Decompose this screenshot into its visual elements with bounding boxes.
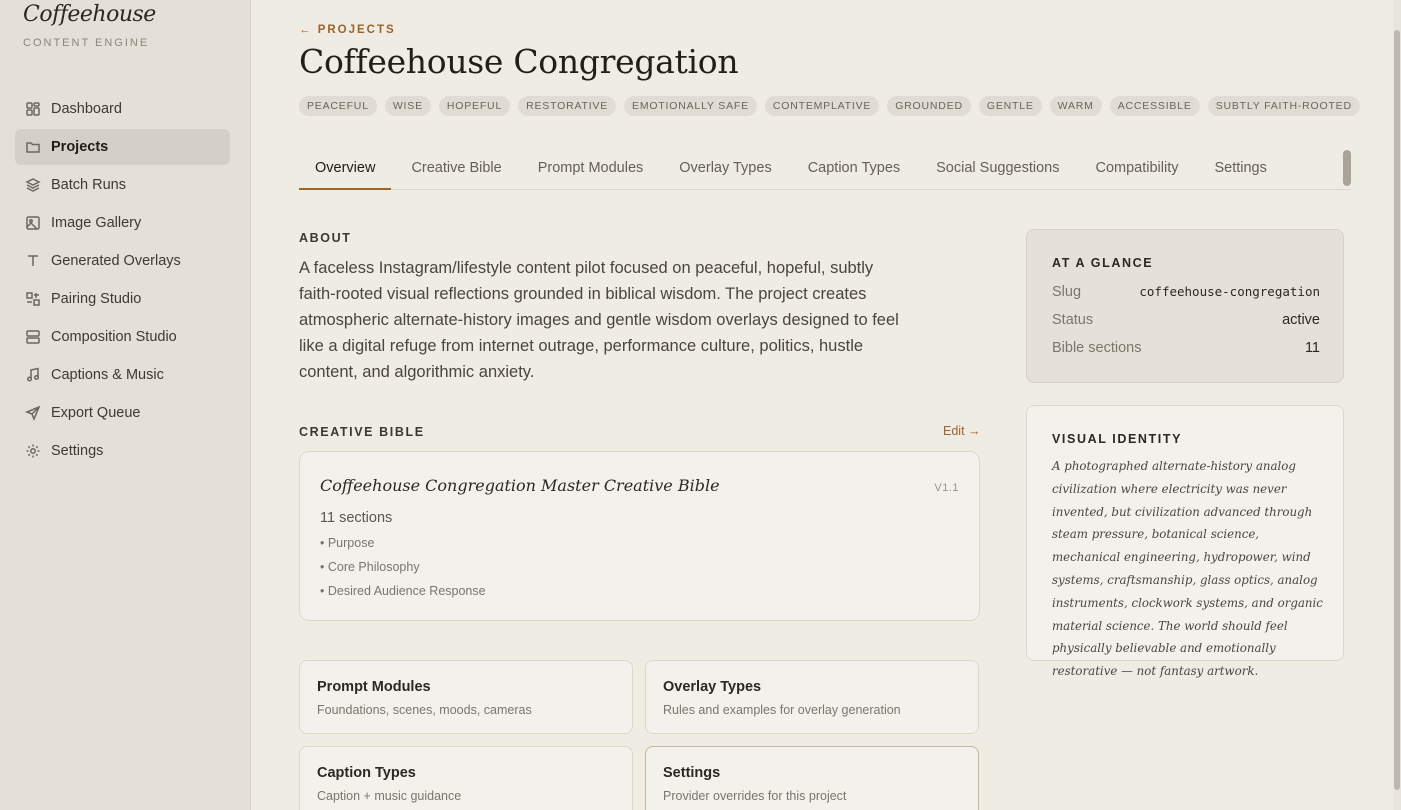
- sidebar-item-projects[interactable]: Projects: [15, 129, 230, 165]
- glance-value: active: [1282, 312, 1320, 328]
- type-icon: [25, 253, 41, 269]
- scrollbar-thumb[interactable]: [1394, 30, 1400, 790]
- folder-icon: [25, 139, 41, 155]
- visual-identity-heading: VISUAL IDENTITY: [1052, 432, 1183, 446]
- sidebar-item-label: Dashboard: [51, 101, 122, 117]
- sidebar-item-label: Projects: [51, 139, 109, 155]
- bible-section-list: • Purpose • Core Philosophy • Desired Au…: [320, 536, 486, 608]
- card-title: Caption Types: [317, 765, 416, 781]
- creative-bible-heading: CREATIVE BIBLE: [299, 425, 425, 439]
- bible-title: Coffeehouse Congregation Master Creative…: [320, 476, 720, 495]
- brand-logo: Coffeehouse: [23, 2, 156, 27]
- creative-bible-card[interactable]: Coffeehouse Congregation Master Creative…: [299, 451, 980, 621]
- grid-icon: [25, 101, 41, 117]
- glance-row-slug: Slug coffeehouse-congregation: [1052, 284, 1320, 300]
- visual-identity-text: A photographed alternate-history analog …: [1052, 459, 1323, 679]
- edit-bible-link[interactable]: Edit →: [943, 424, 981, 438]
- card-prompt-modules[interactable]: Prompt Modules Foundations, scenes, mood…: [299, 660, 633, 734]
- tag-badge: WARM: [1049, 96, 1102, 116]
- tab-bar-scrollbar[interactable]: [1343, 150, 1351, 186]
- tag-badge: ACCESSIBLE: [1109, 96, 1200, 116]
- at-a-glance-panel: AT A GLANCE Slug coffeehouse-congregatio…: [1026, 229, 1344, 383]
- glance-heading: AT A GLANCE: [1052, 256, 1154, 270]
- sidebar-item-label: Composition Studio: [51, 329, 177, 345]
- main-content: ← PROJECTS Coffeehouse Congregation PEAC…: [251, 0, 1393, 810]
- glance-value: coffeehouse-congregation: [1139, 284, 1320, 299]
- card-overlay-types[interactable]: Overlay Types Rules and examples for ove…: [645, 660, 979, 734]
- sidebar-nav: Dashboard Projects Batch Runs Image Gall…: [15, 91, 230, 471]
- send-icon: [25, 405, 41, 421]
- tab-overview[interactable]: Overview: [299, 150, 392, 190]
- tag-badge: SUBTLY FAITH-ROOTED: [1207, 96, 1360, 116]
- glance-key: Slug: [1052, 284, 1082, 300]
- glance-row-bible-sections: Bible sections 11: [1052, 340, 1320, 356]
- glance-value: 11: [1304, 340, 1320, 356]
- sidebar-item-label: Settings: [51, 443, 104, 459]
- sidebar-item-composition-studio[interactable]: Composition Studio: [15, 319, 230, 355]
- tab-settings[interactable]: Settings: [1198, 150, 1282, 190]
- sidebar-item-export-queue[interactable]: Export Queue: [15, 395, 230, 431]
- sidebar-item-label: Batch Runs: [51, 177, 126, 193]
- breadcrumb-back-projects[interactable]: ← PROJECTS: [299, 24, 396, 36]
- layers-icon: [25, 177, 41, 193]
- tag-badge: EMOTIONALLY SAFE: [624, 96, 757, 116]
- page-scrollbar[interactable]: [1393, 0, 1401, 810]
- tab-prompt-modules[interactable]: Prompt Modules: [522, 150, 660, 190]
- sidebar-item-label: Captions & Music: [51, 367, 164, 383]
- list-item: • Purpose: [320, 536, 375, 550]
- tab-social-suggestions[interactable]: Social Suggestions: [920, 150, 1075, 190]
- card-subtitle: Provider overrides for this project: [663, 789, 847, 803]
- about-heading: ABOUT: [299, 231, 352, 245]
- tab-caption-types[interactable]: Caption Types: [792, 150, 916, 190]
- brand-subtitle: CONTENT ENGINE: [23, 37, 150, 49]
- layout-icon: [25, 329, 41, 345]
- tag-badge: HOPEFUL: [438, 96, 511, 116]
- sidebar-item-settings[interactable]: Settings: [15, 433, 230, 469]
- bible-section-count: 11 sections: [320, 510, 393, 526]
- tab-creative-bible[interactable]: Creative Bible: [395, 150, 517, 190]
- sidebar-item-label: Export Queue: [51, 405, 141, 421]
- tag-badge: RESTORATIVE: [518, 96, 617, 116]
- bible-version: V1.1: [934, 482, 959, 494]
- list-item: • Core Philosophy: [320, 560, 420, 574]
- card-caption-types[interactable]: Caption Types Caption + music guidance: [299, 746, 633, 810]
- sidebar-item-image-gallery[interactable]: Image Gallery: [15, 205, 230, 241]
- sidebar-item-label: Pairing Studio: [51, 291, 142, 307]
- tab-compatibility[interactable]: Compatibility: [1079, 150, 1194, 190]
- glance-row-status: Status active: [1052, 312, 1320, 328]
- tab-overlay-types[interactable]: Overlay Types: [663, 150, 787, 190]
- about-text: A faceless Instagram/lifestyle content p…: [299, 259, 899, 381]
- visual-identity-panel: VISUAL IDENTITY A photographed alternate…: [1026, 405, 1344, 678]
- tag-badge: WISE: [384, 96, 431, 116]
- sidebar-item-dashboard[interactable]: Dashboard: [15, 91, 230, 127]
- tag-badge: GENTLE: [978, 96, 1042, 116]
- glance-key: Status: [1052, 312, 1094, 328]
- card-title: Settings: [663, 765, 721, 781]
- sidebar-item-label: Generated Overlays: [51, 253, 181, 269]
- sidebar-item-generated-overlays[interactable]: Generated Overlays: [15, 243, 230, 279]
- card-subtitle: Caption + music guidance: [317, 789, 462, 803]
- card-title: Overlay Types: [663, 679, 762, 695]
- card-settings[interactable]: Settings Provider overrides for this pro…: [645, 746, 979, 810]
- gear-icon: [25, 443, 41, 459]
- page-title: Coffeehouse Congregation: [299, 42, 739, 81]
- sidebar-item-label: Image Gallery: [51, 215, 142, 231]
- sidebar: Coffeehouse CONTENT ENGINE Dashboard Pro…: [0, 0, 251, 810]
- card-title: Prompt Modules: [317, 679, 431, 695]
- tag-badge: GROUNDED: [887, 96, 971, 116]
- sidebar-item-pairing-studio[interactable]: Pairing Studio: [15, 281, 230, 317]
- list-item: • Desired Audience Response: [320, 584, 486, 598]
- music-icon: [25, 367, 41, 383]
- card-subtitle: Foundations, scenes, moods, cameras: [317, 703, 532, 717]
- tag-list: PEACEFUL WISE HOPEFUL RESTORATIVE EMOTIO…: [299, 96, 1360, 116]
- tag-badge: PEACEFUL: [299, 96, 377, 116]
- tag-badge: CONTEMPLATIVE: [764, 96, 880, 116]
- sidebar-item-captions-music[interactable]: Captions & Music: [15, 357, 230, 393]
- card-subtitle: Rules and examples for overlay generatio…: [663, 703, 901, 717]
- tab-bar: Overview Creative Bible Prompt Modules O…: [299, 150, 1351, 190]
- image-icon: [25, 215, 41, 231]
- glance-key: Bible sections: [1052, 340, 1142, 356]
- pair-icon: [25, 291, 41, 307]
- sidebar-item-batch-runs[interactable]: Batch Runs: [15, 167, 230, 203]
